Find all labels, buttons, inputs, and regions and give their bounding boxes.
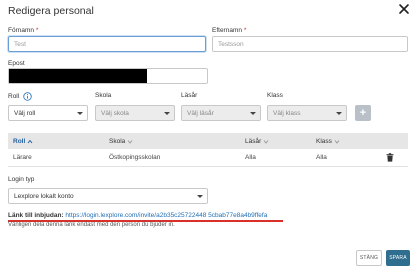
email-label: Epost: [8, 60, 25, 67]
school-select[interactable]: Välj skola: [95, 105, 175, 121]
invite-link-row: Länk till inbjudan: https://login.lexplo…: [8, 212, 267, 219]
dialog-title: Redigera personal: [8, 5, 94, 17]
first-name-input[interactable]: Test: [8, 36, 206, 52]
cell-class: Alla: [316, 154, 327, 161]
column-header-year[interactable]: Läsår: [245, 138, 269, 145]
chevron-down-icon: [77, 111, 83, 115]
login-type-select[interactable]: Lexplore lokalt konto: [8, 188, 208, 204]
email-field[interactable]: [8, 68, 208, 84]
column-header-school[interactable]: Skola: [109, 138, 133, 145]
close-icon[interactable]: [398, 3, 410, 15]
chevron-down-icon: [164, 111, 170, 115]
login-type-label: Login typ: [8, 176, 35, 183]
column-header-role[interactable]: Roll: [13, 138, 33, 145]
class-label: Klass: [267, 92, 283, 99]
invite-link[interactable]: https://login.lexplore.com/invite/a2b35c…: [65, 212, 267, 219]
trash-icon[interactable]: [386, 153, 394, 162]
save-button[interactable]: SPARA: [386, 250, 410, 266]
invite-note: Vänligen dela denna länk endast med den …: [8, 222, 175, 228]
school-year-label: Läsår: [181, 92, 198, 99]
school-label: Skola: [95, 92, 112, 99]
column-header-class[interactable]: Klass: [316, 138, 340, 145]
redacted-block: [9, 69, 147, 83]
last-name-input[interactable]: Testsson: [212, 36, 408, 52]
table-row: Lärare Östkopingsskolan Alla Alla: [8, 149, 408, 167]
add-role-button[interactable]: +: [355, 105, 371, 121]
first-name-label: Förnamn *: [8, 27, 39, 34]
cell-year: Alla: [245, 154, 256, 161]
cell-role: Lärare: [13, 154, 32, 161]
sort-icon: [334, 139, 340, 144]
roles-table-header: Roll Skola Läsår Klass: [8, 133, 408, 149]
invite-link-label: Länk till inbjudan:: [8, 212, 64, 219]
sort-icon: [127, 139, 133, 144]
class-select[interactable]: Välj klass: [267, 105, 347, 121]
role-select[interactable]: Välj roll: [8, 105, 88, 121]
chevron-down-icon: [250, 111, 256, 115]
chevron-down-icon: [336, 111, 342, 115]
cell-school: Östkopingsskolan: [109, 154, 161, 161]
close-button[interactable]: STÄNG: [356, 250, 382, 266]
sort-icon: [263, 139, 269, 144]
sort-up-icon: [27, 139, 33, 143]
chevron-down-icon: [197, 194, 203, 198]
info-icon[interactable]: [23, 92, 32, 101]
role-label: Roll: [8, 92, 32, 101]
school-year-select[interactable]: Välj läsår: [181, 105, 261, 121]
last-name-label: Efternamn *: [212, 27, 247, 34]
